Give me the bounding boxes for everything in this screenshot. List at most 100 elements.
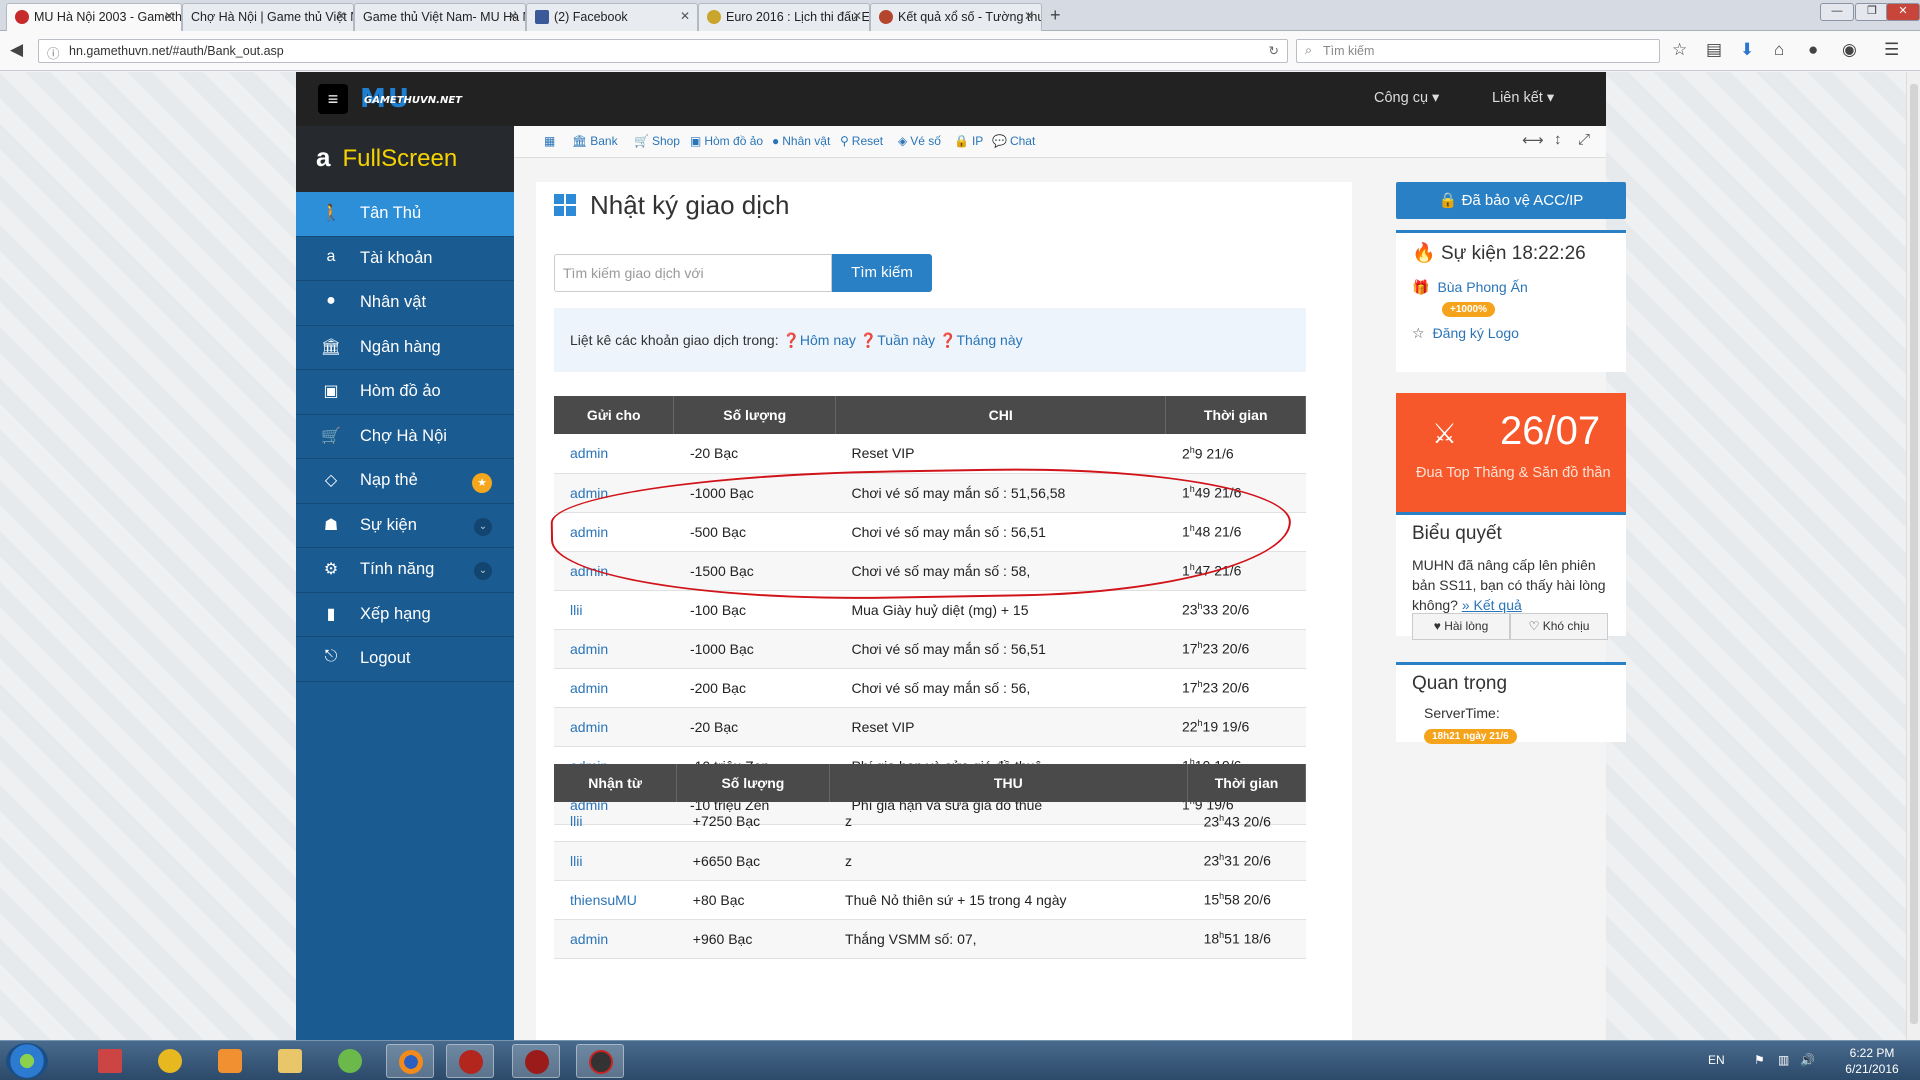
event-logo-registration-link[interactable]: ☆ Đăng ký Logo xyxy=(1396,325,1626,342)
filter-month-link[interactable]: ❓Tháng này xyxy=(939,332,1023,348)
pocket-icon[interactable]: ◉ xyxy=(1842,40,1857,60)
hamburger-menu-button[interactable]: ≡ xyxy=(318,84,348,114)
language-indicator[interactable]: EN xyxy=(1708,1053,1725,1067)
poll-unhappy-button[interactable]: ♡ Khó chịu xyxy=(1510,613,1608,640)
broken-heart-icon: ♡ xyxy=(1528,619,1540,633)
crumb-hom-do-ao[interactable]: ▣ Hòm đồ ảo xyxy=(690,134,763,148)
crumb-ip[interactable]: 🔒 IP xyxy=(954,134,983,148)
tab-euro-2016[interactable]: Euro 2016 : Lịch thi đấu Eur...✕ xyxy=(698,3,870,31)
back-icon[interactable]: ◀ xyxy=(10,40,23,60)
party-link[interactable]: admin xyxy=(554,434,674,474)
crumb-bank[interactable]: 🏛 Bank xyxy=(572,134,618,148)
party-link[interactable]: thiensuMU xyxy=(554,880,677,920)
tray-volume-icon[interactable]: 🔊 xyxy=(1800,1053,1815,1067)
expand-icon[interactable]: ⤢ xyxy=(1578,131,1590,148)
close-tab-icon[interactable]: ✕ xyxy=(852,9,862,23)
sidebar-item-hom-do-ao[interactable]: ▣ Hòm đồ ảo xyxy=(296,370,514,415)
time-cell: 23h43 20/6 xyxy=(1187,802,1306,842)
home-icon[interactable]: ⌂ xyxy=(1774,40,1784,60)
party-link[interactable]: admin xyxy=(554,919,677,959)
site-logo[interactable]: MU GAMETHUVN.NET xyxy=(360,84,462,114)
taskbar-unikey-icon[interactable] xyxy=(86,1044,134,1078)
tab-ket-qua-xo-so[interactable]: Kết quả xổ số - Tường thuậ...✕ xyxy=(870,3,1042,31)
sidebar-item-nap-the[interactable]: ◇ Nạp thẻ ★ xyxy=(296,459,514,504)
event-banner[interactable]: ⚔ 26/07 Đua Top Thăng & Săn đồ thần xyxy=(1396,393,1626,512)
close-tab-icon[interactable]: ✕ xyxy=(680,9,690,23)
menu-icon[interactable]: ☰ xyxy=(1884,40,1899,60)
party-link[interactable]: llii xyxy=(554,841,677,881)
taskbar-media-player-icon[interactable] xyxy=(206,1044,254,1078)
protect-acc-ip-button[interactable]: 🔒 Đã bảo vệ ACC/IP xyxy=(1396,182,1626,219)
reading-list-icon[interactable]: ▤ xyxy=(1706,40,1722,60)
tools-menu[interactable]: Công cụ ▾ xyxy=(1374,90,1439,106)
party-link[interactable]: admin xyxy=(554,668,674,708)
sidebar-item-tinh-nang[interactable]: ⚙ Tính năng ⌄ xyxy=(296,548,514,593)
taskbar-game-icon[interactable] xyxy=(446,1044,494,1078)
close-tab-icon[interactable]: ✕ xyxy=(164,9,174,23)
tab-mu-ha-noi[interactable]: MU Hà Nội 2003 - Gameth... ✕ xyxy=(6,3,182,31)
tab-game-thu-viet-nam[interactable]: Game thủ Việt Nam- MU Hà Nội ✕ xyxy=(354,3,526,31)
party-link[interactable]: llii xyxy=(554,590,674,630)
url-text: hn.gamethuvn.net/#auth/Bank_out.asp xyxy=(69,44,284,58)
browser-search-input[interactable]: ⌕ Tìm kiếm xyxy=(1296,39,1660,63)
facebook-icon xyxy=(535,10,549,24)
sidebar-item-cho-ha-noi[interactable]: 🛒 Chợ Hà Nội xyxy=(296,415,514,459)
crumb-nhan-vat[interactable]: ● Nhân vật xyxy=(772,134,830,148)
event-bua-phong-an-link[interactable]: 🎁 Bùa Phong Ấn xyxy=(1396,279,1626,296)
sidebar-item-nhan-vat[interactable]: ● Nhân vật xyxy=(296,281,514,326)
taskbar-app-icon[interactable] xyxy=(326,1044,374,1078)
close-tab-icon[interactable]: ✕ xyxy=(336,9,346,23)
party-link[interactable]: admin xyxy=(554,629,674,669)
links-menu[interactable]: Liên kết ▾ xyxy=(1492,90,1554,106)
taskbar-garena-icon[interactable] xyxy=(146,1044,194,1078)
sidebar-item-tan-thu[interactable]: 🚶 Tân Thủ xyxy=(296,192,514,237)
horizontal-resize-icon[interactable]: ⟷ xyxy=(1522,131,1544,149)
url-bar[interactable]: ⓘ hn.gamethuvn.net/#auth/Bank_out.asp ↻ xyxy=(38,39,1288,63)
download-icon[interactable]: ⬇ xyxy=(1740,40,1754,60)
taskbar-clock[interactable]: 6:22 PM 6/21/2016 xyxy=(1830,1045,1914,1077)
maximize-button[interactable]: ❐ xyxy=(1855,3,1889,21)
out-transaction-row: admin -200 Bạc Chơi vé số may mắn số : 56,… xyxy=(554,668,1306,708)
reload-icon[interactable]: ↻ xyxy=(1269,43,1279,58)
poll-results-link[interactable]: » Kết quả xyxy=(1462,597,1522,613)
filter-week-link[interactable]: ❓Tuần này xyxy=(860,332,935,348)
taskbar-launcher-icon[interactable] xyxy=(576,1044,624,1078)
close-tab-icon[interactable]: ✕ xyxy=(508,9,518,23)
crumb-reset[interactable]: ⚲ Reset xyxy=(840,134,883,148)
scrollbar-thumb[interactable] xyxy=(1910,84,1918,1024)
start-button[interactable] xyxy=(6,1043,48,1079)
taskbar-firefox-icon[interactable] xyxy=(386,1044,434,1078)
sidebar-item-xep-hang[interactable]: ▮ Xếp hạng xyxy=(296,593,514,637)
crumb-ve-so[interactable]: ◈ Vé số xyxy=(898,134,941,148)
in-transaction-row: thiensuMU +80 Bạc Thuê Nỏ thiên sứ + 15 tr… xyxy=(554,880,1306,920)
new-tab-button[interactable]: + xyxy=(1050,5,1061,26)
windows-icon xyxy=(554,194,576,216)
tab-cho-ha-noi[interactable]: Chợ Hà Nội | Game thủ Việt Na...✕ xyxy=(182,3,354,31)
sidebar-item-ngan-hang[interactable]: 🏛 Ngân hàng xyxy=(296,326,514,370)
minimize-button[interactable]: — xyxy=(1820,3,1854,21)
tray-network-icon[interactable]: ▥ xyxy=(1778,1053,1789,1067)
taskbar-folder-icon[interactable] xyxy=(266,1044,314,1078)
close-window-button[interactable]: ✕ xyxy=(1886,3,1920,21)
crumb-chat[interactable]: 💬 Chat xyxy=(992,134,1035,148)
party-link[interactable]: llii xyxy=(554,802,677,842)
sidebar-item-su-kien[interactable]: ☗ Sự kiện ⌄ xyxy=(296,504,514,548)
tab-facebook[interactable]: (2) Facebook ✕ xyxy=(526,3,698,31)
tray-flag-icon[interactable]: ⚑ xyxy=(1754,1053,1765,1067)
party-link[interactable]: admin xyxy=(554,707,674,747)
sidebar-item-logout[interactable]: ⎋ Logout xyxy=(296,637,514,682)
taskbar-mu-icon[interactable] xyxy=(512,1044,560,1078)
bookmark-star-icon[interactable]: ☆ xyxy=(1672,40,1687,60)
sidebar-item-tai-khoan[interactable]: a Tài khoản xyxy=(296,237,514,281)
vertical-resize-icon[interactable]: ↕ xyxy=(1554,131,1562,148)
calendar-icon[interactable]: ▦ xyxy=(544,134,555,148)
filter-today-link[interactable]: ❓Hôm nay xyxy=(782,332,855,348)
poll-satisfied-button[interactable]: ♥ Hài lòng xyxy=(1412,613,1510,640)
search-button[interactable]: Tìm kiếm xyxy=(832,254,932,292)
close-tab-icon[interactable]: ✕ xyxy=(1024,9,1034,23)
page-scrollbar[interactable] xyxy=(1906,72,1920,1040)
chat-icon[interactable]: ● xyxy=(1808,40,1818,60)
crumb-shop[interactable]: 🛒 Shop xyxy=(634,134,680,148)
fullscreen-button[interactable]: a FullScreen xyxy=(296,126,514,192)
transaction-search-input[interactable]: Tìm kiếm giao dịch với xyxy=(554,254,832,292)
